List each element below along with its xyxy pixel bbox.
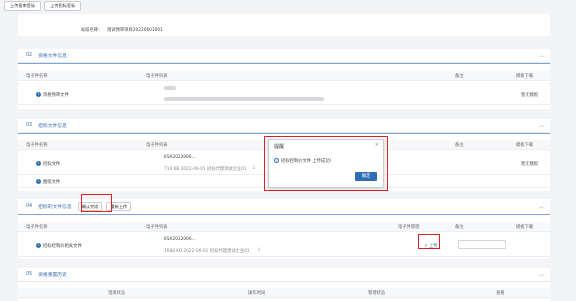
project-name: 测试预审项目20220601001 xyxy=(107,28,163,33)
info-icon: i xyxy=(36,160,41,166)
close-icon[interactable]: × xyxy=(375,142,379,148)
chevron-up-icon[interactable]: ︿ xyxy=(539,122,544,129)
section-02: 02 资格文件信息 ︿ 电子件名称 电子件列表 备注 模板下载 i 资格预审文件 … xyxy=(18,49,550,109)
chevron-up-icon[interactable]: ︿ xyxy=(539,271,544,278)
col-doc-name: 电子件名称 xyxy=(26,224,48,230)
section-02-number: 02 xyxy=(26,53,33,58)
table-header: 电子件名称 电子件列表 电子件管理 备注 模板下载 xyxy=(18,222,550,232)
section-05-number: 05 xyxy=(26,272,33,277)
project-info-card: 标段名称： 测试预审项目20220601001 xyxy=(18,14,550,36)
table-row: i 招标控制价相关文件 KSX2022066... 1688 KB 2022-06… xyxy=(18,235,550,257)
col-operator: 管理状态 xyxy=(368,290,386,296)
highlight-upload xyxy=(418,234,440,249)
file-name[interactable]: KSX2022066... xyxy=(164,237,196,242)
ok-button[interactable]: 确定 xyxy=(355,172,377,181)
dialog-title: 提醒 xyxy=(274,144,285,150)
project-label: 标段名称： xyxy=(81,28,103,33)
col-template: 模板下载 xyxy=(516,142,534,148)
col-template: 模板下载 xyxy=(516,224,534,230)
top-toolbar: 上传投审签标 上传招标签标 xyxy=(4,1,82,11)
divider xyxy=(18,214,550,215)
doc-name: i 资格预审文件 xyxy=(36,91,69,98)
section-04-number: 04 xyxy=(26,204,33,209)
divider xyxy=(18,63,550,64)
highlight-confirm xyxy=(81,194,112,212)
section-05: 05 资格重置历史 ︿ 澄清状态 操作时间 管理状态 查看 xyxy=(18,268,550,301)
col-doc-manage: 电子件管理 xyxy=(398,224,420,230)
section-05-title: 资格重置历史 xyxy=(38,273,67,278)
col-doc-list: 电子件列表 xyxy=(146,142,168,148)
section-04-title: 招标的文件信息 xyxy=(38,205,72,210)
col-remarks: 备注 xyxy=(455,73,464,79)
chevron-up-icon[interactable]: ︿ xyxy=(539,52,544,59)
col-remarks: 备注 xyxy=(455,142,464,148)
page: 上传投审签标 上传招标签标 标段名称： 测试预审项目20220601001 02… xyxy=(0,0,576,301)
col-doc-list: 电子件列表 xyxy=(146,224,168,230)
col-view: 查看 xyxy=(496,290,505,296)
col-doc-name: 电子件名称 xyxy=(26,142,48,148)
section-05-header: 05 资格重置历史 ︿ xyxy=(18,268,550,282)
info-icon: i xyxy=(274,158,279,163)
col-doc-list: 电子件列表 xyxy=(146,73,168,79)
table-header: 澄清状态 操作时间 管理状态 查看 xyxy=(18,288,550,298)
doc-name: i 图纸文件 xyxy=(36,178,61,185)
col-op-time: 操作时间 xyxy=(248,290,266,296)
col-status: 澄清状态 xyxy=(108,290,126,296)
download-icon[interactable]: ⇩ xyxy=(252,166,256,171)
section-02-header: 02 资格文件信息 ︿ xyxy=(18,49,550,63)
section-03-title: 招标文件信息 xyxy=(38,124,67,129)
col-template: 模板下载 xyxy=(516,73,534,79)
info-icon: i xyxy=(36,242,41,248)
section-02-title: 资格文件信息 xyxy=(38,54,67,59)
upload-bid-docs-button[interactable]: 上传投审签标 xyxy=(4,1,42,11)
table-header: 电子件名称 电子件列表 备注 模板下载 xyxy=(18,71,550,81)
file-name[interactable]: KSX2022066... xyxy=(164,155,196,160)
info-icon: i xyxy=(36,178,41,184)
dialog-message: i 招标控制价文件 上传成功! xyxy=(274,158,332,164)
download-icon[interactable]: ⇩ xyxy=(257,248,261,253)
table-row: i 资格预审文件 暂无模板 xyxy=(18,85,550,105)
divider xyxy=(18,133,550,134)
file-meta: 714 KB 2022-06-01 招标代理测试企业01 xyxy=(164,167,247,172)
upload-tender-docs-button[interactable]: 上传招标签标 xyxy=(44,1,82,11)
col-remarks: 备注 xyxy=(455,224,464,230)
section-03-number: 03 xyxy=(26,123,33,128)
redacted-meta xyxy=(164,97,324,101)
template-link[interactable]: 暂无模板 xyxy=(521,161,538,167)
chevron-up-icon[interactable]: ︿ xyxy=(539,203,544,210)
doc-name: i 招标控制价相关文件 xyxy=(36,242,82,249)
info-icon: i xyxy=(36,91,41,97)
remarks-input[interactable] xyxy=(458,240,506,249)
file-meta: 1688 KB 2022-06-01 招标代理测试企业01 xyxy=(164,249,250,254)
redacted-file xyxy=(164,86,176,90)
template-link[interactable]: 暂无模板 xyxy=(521,92,538,98)
success-dialog: 提醒 × i 招标控制价文件 上传成功! 确定 xyxy=(268,139,384,188)
section-03-header: 03 招标文件信息 ︿ xyxy=(18,119,550,133)
doc-name: i 招标文件 xyxy=(36,160,61,167)
col-doc-name: 电子件名称 xyxy=(26,73,48,79)
